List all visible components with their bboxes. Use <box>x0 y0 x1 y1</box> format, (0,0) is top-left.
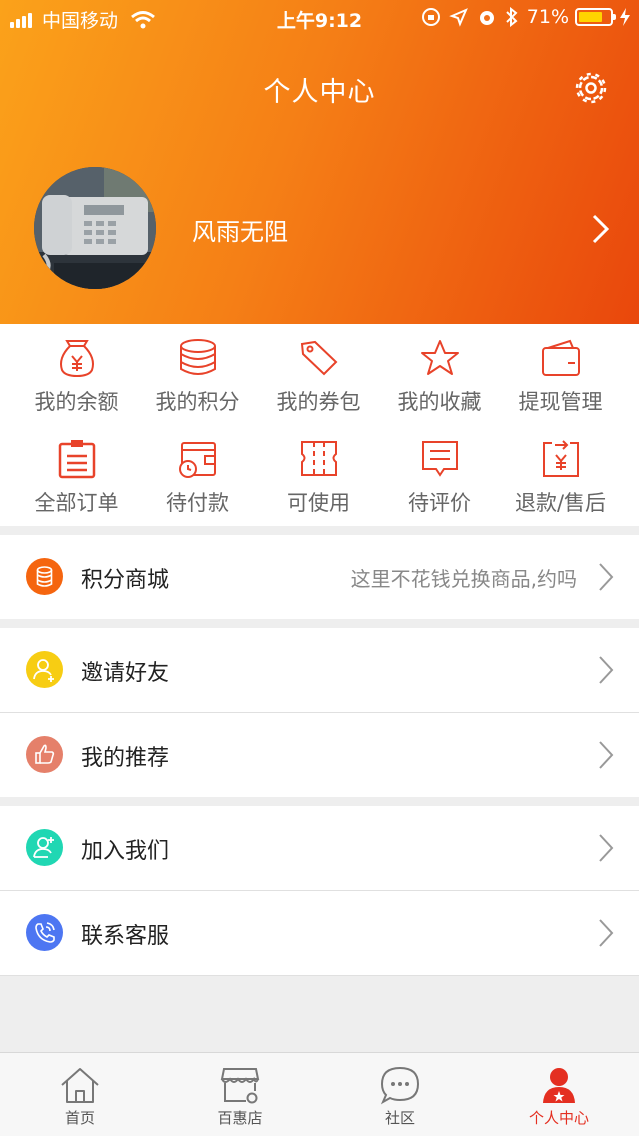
tab-community-label: 社区 <box>384 1109 415 1127</box>
favorites-label: 我的收藏 <box>397 390 482 414</box>
tab-profile[interactable]: 个人中心 <box>479 1053 639 1136</box>
balance-action[interactable]: 我的余额 <box>16 324 137 424</box>
store-icon <box>220 1068 260 1104</box>
points-action[interactable]: 我的积分 <box>137 324 258 424</box>
wallet-icon <box>541 339 580 376</box>
to-review-action[interactable]: 待评价 <box>379 425 500 525</box>
chevron-right-icon <box>599 834 614 862</box>
withdraw-action[interactable]: 提现管理 <box>500 324 621 424</box>
battery-percent: 71% <box>526 6 569 28</box>
invite-friends-row[interactable]: 邀请好友 <box>0 628 639 712</box>
username[interactable]: 风雨无阻 <box>192 212 288 247</box>
battery-icon <box>575 8 616 26</box>
chevron-right-icon <box>599 741 614 769</box>
my-recommendations-label: 我的推荐 <box>81 746 170 771</box>
action-grid: 我的余额 我的积分 我的券包 我的收藏 提现管理 全部订单 待付款 可使用 待评… <box>0 324 639 526</box>
all-orders-action[interactable]: 全部订单 <box>16 425 137 525</box>
tab-community[interactable]: 社区 <box>320 1053 480 1136</box>
tab-home[interactable]: 首页 <box>0 1053 160 1136</box>
avatar[interactable] <box>34 167 156 289</box>
clipboard-icon <box>58 440 95 479</box>
page-title: 个人中心 <box>263 77 376 108</box>
profile-header: 中国移动 上午9:12 71% 个人中心 风雨无阻 <box>0 0 639 324</box>
divider <box>0 975 639 976</box>
refund-icon <box>542 440 579 477</box>
join-us-label: 加入我们 <box>81 839 170 864</box>
comment-icon <box>421 441 458 477</box>
gear-icon[interactable] <box>573 70 609 106</box>
alarm-icon <box>479 11 494 25</box>
to-review-label: 待评价 <box>408 491 471 515</box>
charging-icon <box>620 8 630 26</box>
all-orders-label: 全部订单 <box>34 491 119 515</box>
user-plus-icon <box>26 829 63 866</box>
points-mall-row[interactable]: 积分商城 这里不花钱兑换商品,约吗 <box>0 535 639 619</box>
points-mall-hint: 这里不花钱兑换商品,约吗 <box>350 567 577 591</box>
pending-payment-label: 待付款 <box>166 491 229 515</box>
chevron-right-icon[interactable] <box>589 212 613 246</box>
tag-icon <box>300 340 337 376</box>
refund-action[interactable]: 退款/售后 <box>500 425 621 525</box>
my-recommendations-row[interactable]: 我的推荐 <box>0 713 639 797</box>
tab-store-label: 百惠店 <box>217 1109 263 1127</box>
coupons-action[interactable]: 我的券包 <box>258 324 379 424</box>
pending-payment-action[interactable]: 待付款 <box>137 425 258 525</box>
ticket-icon <box>300 441 337 476</box>
chevron-right-icon <box>599 656 614 684</box>
balance-label: 我的余额 <box>34 390 119 414</box>
chat-bubble-icon <box>380 1066 420 1105</box>
thumbs-up-icon <box>26 736 63 773</box>
person-icon <box>543 1068 575 1103</box>
coupons-label: 我的券包 <box>276 390 361 414</box>
tab-store[interactable]: 百惠店 <box>160 1053 320 1136</box>
chevron-right-icon <box>599 919 614 947</box>
usable-action[interactable]: 可使用 <box>258 425 379 525</box>
user-add-icon <box>26 651 63 688</box>
chevron-right-icon <box>599 563 614 591</box>
tab-bar: 首页 百惠店 社区 个人中心 <box>0 1052 639 1136</box>
favorites-action[interactable]: 我的收藏 <box>379 324 500 424</box>
join-us-row[interactable]: 加入我们 <box>0 806 639 890</box>
location-icon <box>448 8 468 27</box>
contact-service-row[interactable]: 联系客服 <box>0 891 639 975</box>
usable-label: 可使用 <box>287 491 350 515</box>
status-bar: 中国移动 上午9:12 71% <box>0 0 639 36</box>
home-icon <box>61 1068 99 1103</box>
invite-friends-label: 邀请好友 <box>81 661 170 686</box>
contact-service-label: 联系客服 <box>81 924 170 949</box>
coins-icon <box>26 558 63 595</box>
withdraw-label: 提现管理 <box>518 390 603 414</box>
money-bag-icon <box>59 340 94 378</box>
bluetooth-icon <box>506 7 518 27</box>
refund-label: 退款/售后 <box>514 491 607 515</box>
points-mall-label: 积分商城 <box>81 568 170 593</box>
star-icon <box>420 340 459 375</box>
tab-profile-label: 个人中心 <box>528 1109 589 1127</box>
tab-home-label: 首页 <box>64 1109 95 1127</box>
rotation-lock-icon <box>421 8 440 26</box>
wallet-clock-icon <box>178 442 216 478</box>
points-label: 我的积分 <box>155 390 240 414</box>
coins-stack-icon <box>179 339 216 375</box>
phone-icon <box>26 914 63 951</box>
